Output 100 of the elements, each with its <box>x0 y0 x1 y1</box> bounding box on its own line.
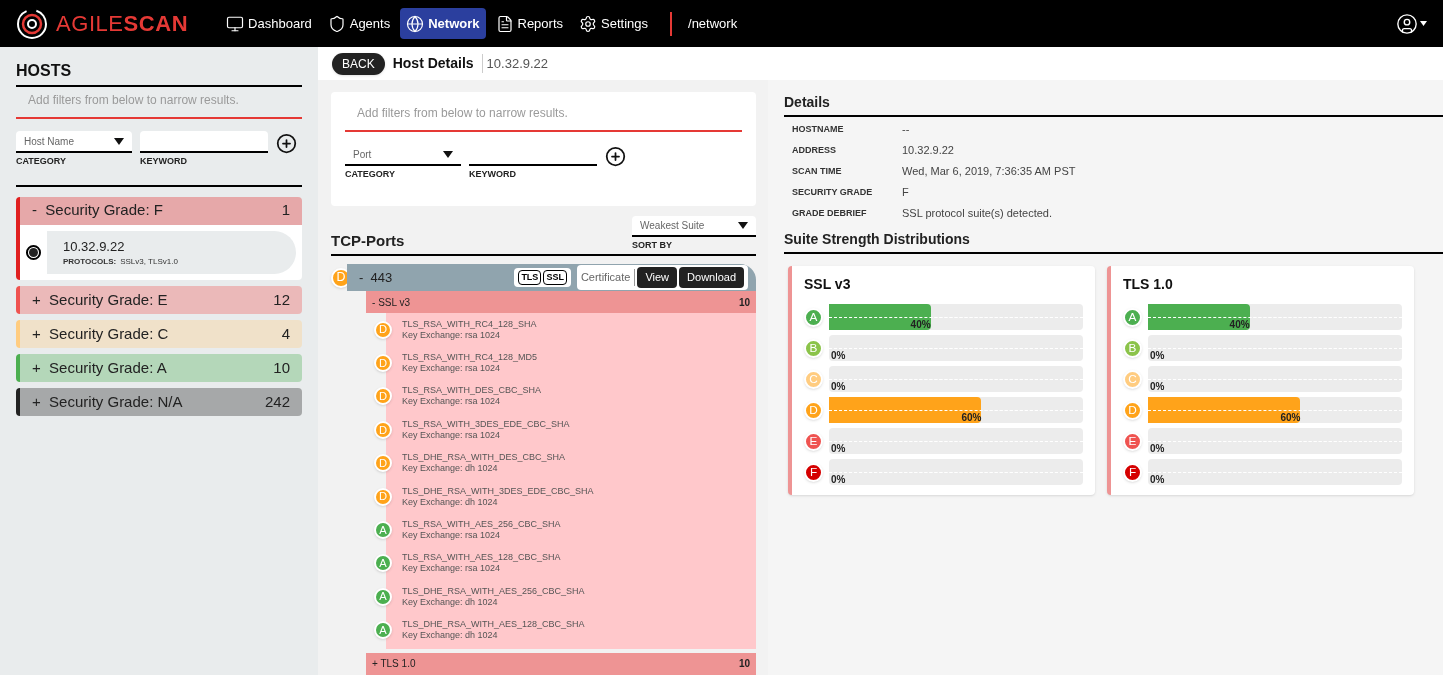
download-button[interactable]: Download <box>679 267 744 288</box>
suite-name: TLS_DHE_RSA_WITH_3DES_EDE_CBC_SHA <box>402 485 594 497</box>
grade-badge: D <box>374 420 392 439</box>
key-exchange: Key Exchange: dh 1024 <box>402 596 499 608</box>
grade-badge: A <box>374 554 392 573</box>
grade-badge: F <box>1123 462 1142 482</box>
host-address: 10.32.9.22 <box>63 237 126 256</box>
caret-icon <box>443 150 453 158</box>
key-exchange: Key Exchange: rsa 1024 <box>402 396 502 408</box>
protocols-label: PROTOCOLS: <box>63 256 117 268</box>
nav-tab[interactable]: Dashboard <box>220 8 318 39</box>
grade-badge: B <box>1123 338 1142 358</box>
key-exchange: Key Exchange: rsa 1024 <box>402 563 502 575</box>
section-title: TCP-Ports <box>331 230 405 251</box>
bar-reading: 0% <box>1150 443 1165 454</box>
globe-icon <box>406 14 425 33</box>
bar-reading: 0% <box>1150 381 1165 392</box>
key-exchange: Key Exchange: dh 1024 <box>402 463 499 475</box>
caret-icon <box>114 137 124 145</box>
detail-value: F <box>902 185 910 200</box>
grade-badge: B <box>804 338 823 358</box>
nav-tab[interactable]: Agents <box>321 8 397 39</box>
bar-reading: 40% <box>1229 319 1250 330</box>
bar-reading: 0% <box>831 381 846 392</box>
suite-name: TLS_RSA_WITH_3DES_EDE_CBC_SHA <box>402 418 570 430</box>
field-label: SORT BY <box>632 238 673 252</box>
grade-badge: A <box>1123 307 1142 327</box>
bar-reading: 0% <box>831 443 846 454</box>
grade-badge: C <box>804 369 823 389</box>
bar-reading: 0% <box>831 350 846 361</box>
back-button[interactable]: BACK <box>332 52 385 75</box>
grade-badge: D <box>374 320 392 339</box>
detail-label: GRADE DEBRIEF <box>792 207 868 220</box>
category-dropdown[interactable]: Host Name <box>16 131 132 153</box>
suite-name: TLS_RSA_WITH_RC4_128_MD5 <box>402 352 538 364</box>
grade-badge: D <box>374 387 392 406</box>
protocol-header[interactable]: - SSL v3 10 <box>366 291 756 313</box>
key-exchange: Key Exchange: dh 1024 <box>402 630 499 642</box>
bar-reading: 60% <box>1280 412 1301 423</box>
port-number: - 443 <box>359 268 394 287</box>
certificate-label: Certificate <box>580 269 636 286</box>
field-label: KEYWORD <box>140 155 188 168</box>
protocols-value: SSLv3, TLSv1.0 <box>120 256 178 268</box>
suite-name: TLS_RSA_WITH_AES_256_CBC_SHA <box>402 519 561 531</box>
card-title: SSL v3 <box>804 275 852 294</box>
port-row[interactable]: - 443 TLS SSL Certificate View Download <box>347 264 756 291</box>
suite-name: TLS_RSA_WITH_DES_CBC_SHA <box>402 385 542 397</box>
key-exchange: Key Exchange: dh 1024 <box>402 496 499 508</box>
nav-tab[interactable]: Reports <box>489 8 570 39</box>
grade-group-header[interactable]: - Security Grade: F 1 <box>20 196 302 225</box>
bar-reading: 0% <box>1150 350 1165 361</box>
key-exchange: Key Exchange: rsa 1024 <box>402 329 502 341</box>
grade-badge: A <box>374 521 392 540</box>
route-path: /network <box>688 14 738 33</box>
host-item[interactable]: 10.32.9.22 PROTOCOLS: SSLv3, TLSv1.0 <box>47 230 296 274</box>
nav-tab[interactable]: Network <box>400 8 486 39</box>
detail-value: -- <box>902 122 911 137</box>
grade-group-header[interactable]: + Security Grade: C 4 <box>20 320 302 348</box>
suite-name: TLS_DHE_RSA_WITH_AES_128_CBC_SHA <box>402 619 585 631</box>
key-exchange: Key Exchange: rsa 1024 <box>402 429 502 441</box>
grade-group-header[interactable]: + Security Grade: N/A 242 <box>20 388 302 416</box>
logo-icon <box>16 7 48 40</box>
detail-label: ADDRESS <box>792 144 837 157</box>
card-title: TLS 1.0 <box>1123 275 1174 294</box>
caret-icon <box>1420 21 1427 26</box>
detail-value: Wed, Mar 6, 2019, 7:36:35 AM PST <box>902 164 1077 179</box>
grade-badge: D <box>1123 400 1142 420</box>
suite-name: TLS_RSA_WITH_RC4_128_SHA <box>402 318 537 330</box>
logo-text: AGILESCAN <box>56 10 189 38</box>
grade-badge: E <box>1123 431 1142 451</box>
sort-dropdown[interactable]: Weakest Suite <box>632 215 756 237</box>
grade-badge: D <box>374 454 392 473</box>
field-label: KEYWORD <box>469 168 517 181</box>
detail-label: SCAN TIME <box>792 165 843 178</box>
key-exchange: Key Exchange: rsa 1024 <box>402 363 502 375</box>
monitor-icon <box>226 14 245 33</box>
view-button[interactable]: View <box>637 267 678 288</box>
radio-icon[interactable] <box>26 244 41 260</box>
grade-badge: D <box>374 487 392 506</box>
bar-reading: 40% <box>910 319 931 330</box>
keyword-field[interactable] <box>140 131 268 153</box>
bar-reading: 0% <box>831 474 846 485</box>
detail-label: SECURITY GRADE <box>792 186 874 199</box>
add-filter-button[interactable] <box>276 133 297 154</box>
field-label: CATEGORY <box>16 155 67 168</box>
grade-badge: D <box>374 354 392 373</box>
add-filter-button[interactable] <box>605 146 626 167</box>
grade-group-header[interactable]: + Security Grade: A 10 <box>20 354 302 382</box>
protocol-header[interactable]: + TLS 1.0 10 <box>366 652 756 675</box>
suite-name: TLS_DHE_RSA_WITH_DES_CBC_SHA <box>402 452 566 464</box>
caret-icon <box>738 221 748 229</box>
grade-badge: F <box>804 462 823 482</box>
page-title: Host Details <box>392 54 474 73</box>
grade-badge: D <box>804 400 823 420</box>
field-label: CATEGORY <box>345 168 396 181</box>
grade-badge: A <box>804 307 823 327</box>
grade-group-header[interactable]: + Security Grade: E 12 <box>20 286 302 314</box>
grade-badge: A <box>374 587 392 606</box>
nav-tab[interactable]: Settings <box>573 8 654 39</box>
protocol-tag: TLS <box>518 269 542 286</box>
